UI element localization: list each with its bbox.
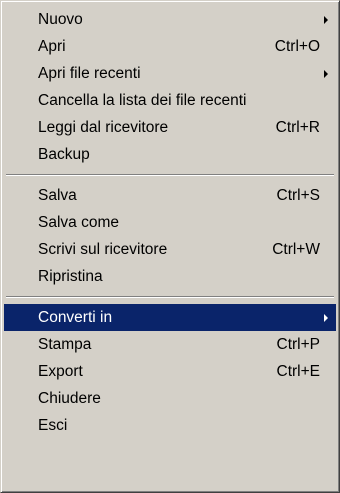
menu-item-label: Leggi dal ricevitore [38, 118, 169, 136]
menu-item-salva-come[interactable]: Salva come [4, 209, 336, 236]
menu-item-esci[interactable]: Esci [4, 412, 336, 439]
menu-item-backup[interactable]: Backup [4, 141, 336, 168]
menu-item-shortcut: Ctrl+W [272, 240, 320, 258]
menu-item-shortcut: Ctrl+S [276, 186, 321, 204]
menu-item-label: Apri file recenti [38, 64, 141, 82]
menu-item-export[interactable]: Export Ctrl+E [4, 358, 336, 385]
menu-item-shortcut: Ctrl+P [276, 335, 321, 353]
menu-item-label: Ripristina [38, 267, 103, 285]
menu-item-label: Esci [38, 416, 68, 434]
chevron-right-icon [324, 313, 328, 322]
menu-item-label: Converti in [38, 308, 113, 326]
menu-item-stampa[interactable]: Stampa Ctrl+P [4, 331, 336, 358]
menu-item-label: Apri [38, 37, 66, 55]
menu-item-label: Nuovo [38, 10, 83, 28]
menu-separator [6, 174, 334, 176]
menu-item-label: Chiudere [38, 389, 101, 407]
menu-item-converti-in[interactable]: Converti in [4, 304, 336, 331]
menu-item-label: Stampa [38, 335, 92, 353]
chevron-right-icon [324, 69, 328, 78]
menu-item-shortcut: Ctrl+E [276, 362, 321, 380]
menu-item-ripristina[interactable]: Ripristina [4, 263, 336, 290]
menu-item-label: Backup [38, 145, 90, 163]
menu-item-leggi-dal-ricevitore[interactable]: Leggi dal ricevitore Ctrl+R [4, 114, 336, 141]
menu-item-cancella-lista-file-recenti[interactable]: Cancella la lista dei file recenti [4, 87, 336, 114]
menu-item-apri[interactable]: Apri Ctrl+O [4, 33, 336, 60]
menu-item-label: Salva come [38, 213, 119, 231]
menu-item-salva[interactable]: Salva Ctrl+S [4, 182, 336, 209]
menu-item-scrivi-sul-ricevitore[interactable]: Scrivi sul ricevitore Ctrl+W [4, 236, 336, 263]
menu-item-apri-file-recenti[interactable]: Apri file recenti [4, 60, 336, 87]
menu-separator [6, 296, 334, 298]
menu-item-chiudere[interactable]: Chiudere [4, 385, 336, 412]
menu-item-nuovo[interactable]: Nuovo [4, 6, 336, 33]
menu-item-shortcut: Ctrl+O [274, 37, 320, 55]
chevron-right-icon [324, 15, 328, 24]
menu-item-shortcut: Ctrl+R [275, 118, 320, 136]
menu-item-label: Salva [38, 186, 77, 204]
menu-item-label: Export [38, 362, 83, 380]
menu-item-label: Scrivi sul ricevitore [38, 240, 168, 258]
file-menu: Nuovo Apri Ctrl+O Apri file recenti Canc… [0, 0, 340, 493]
menu-item-label: Cancella la lista dei file recenti [38, 91, 247, 109]
